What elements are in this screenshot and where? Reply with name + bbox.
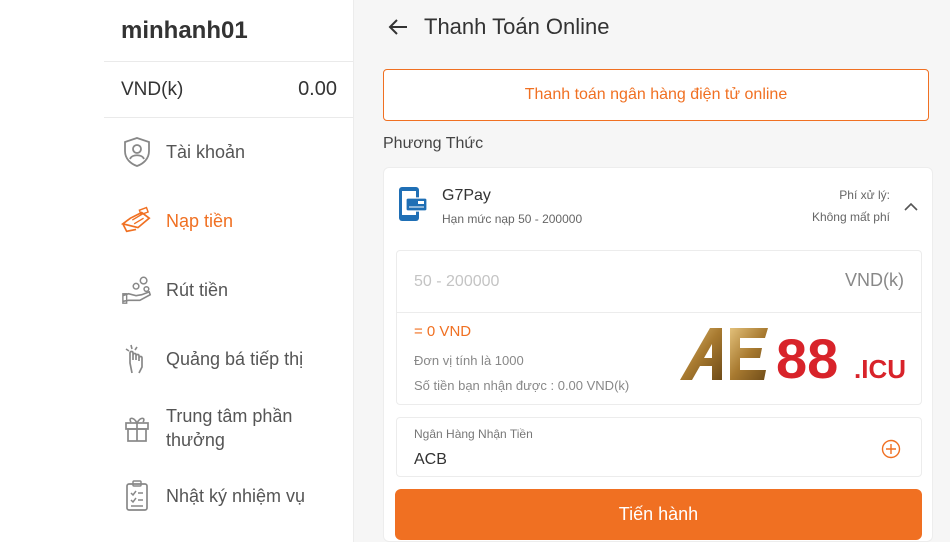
gift-icon: [121, 412, 153, 444]
bank-label: Ngân Hàng Nhận Tiền: [414, 427, 533, 441]
sidebar-item-label: Tài khoản: [166, 142, 246, 162]
sidebar-item-account[interactable]: Tài khoản: [104, 136, 354, 168]
amount-input[interactable]: [397, 251, 921, 313]
bank-value: ACB: [414, 451, 447, 468]
page-title: Thanh Toán Online: [424, 14, 610, 39]
fee-value: Không mất phí: [811, 210, 890, 224]
sidebar-item-mission-log[interactable]: Nhật ký nhiệm vụ: [104, 480, 354, 512]
sidebar-item-deposit[interactable]: Nạp tiền: [104, 205, 354, 237]
sidebar-item-label: Quảng bá tiếp thị: [166, 349, 304, 369]
sidebar: minhanh01 VND(k) 0.00 Tài khoản Nạp tiền…: [104, 0, 354, 542]
svg-text:.ICU: .ICU: [854, 354, 906, 384]
converted-amount: = 0 VND: [414, 323, 472, 340]
svg-text:88: 88: [776, 327, 838, 386]
unit-note: Đơn vị tính là 1000: [414, 353, 524, 368]
online-banking-button[interactable]: Thanh toán ngân hàng điện tử online: [383, 69, 929, 121]
fee-label: Phí xử lý:: [839, 188, 890, 202]
checklist-icon: [121, 480, 153, 512]
sidebar-item-label: Nhật ký nhiệm vụ: [166, 486, 306, 506]
sidebar-item-promotion[interactable]: Quảng bá tiếp thị: [104, 343, 354, 375]
withdraw-hand-icon: [121, 274, 153, 306]
method-limit: Hạn mức nạp 50 - 200000: [442, 212, 583, 226]
balance-row: VND(k) 0.00: [104, 62, 353, 118]
sidebar-item-label: Rút tiền: [166, 280, 229, 300]
promo-hand-icon: [121, 343, 153, 375]
g7pay-wallet-icon: [399, 187, 428, 221]
shield-user-icon: [121, 136, 153, 168]
sidebar-item-label: Nạp tiền: [166, 211, 234, 231]
ae88-logo: 88 .ICU: [680, 327, 906, 386]
amount-unit: VND(k): [845, 270, 904, 290]
deposit-hand-icon: [121, 205, 153, 237]
sidebar-item-label: Trung tâm phần thưởng: [166, 406, 293, 450]
method-section-label: Phương Thức: [383, 135, 484, 152]
back-arrow-icon[interactable]: [387, 17, 409, 37]
receive-note: Số tiền bạn nhận được : 0.00 VND(k): [414, 378, 630, 393]
receiving-bank-select[interactable]: Ngân Hàng Nhận Tiền ACB: [396, 417, 922, 477]
username: minhanh01: [104, 0, 353, 62]
balance-currency: VND(k): [121, 78, 184, 100]
submit-button[interactable]: Tiến hành: [395, 489, 922, 540]
balance-amount: 0.00: [298, 78, 337, 100]
plus-circle-icon[interactable]: [881, 439, 901, 459]
page-margin: [0, 0, 104, 542]
main-content: Thanh Toán Online Thanh toán ngân hàng đ…: [355, 0, 950, 542]
sidebar-item-withdraw[interactable]: Rút tiền: [104, 274, 354, 306]
sidebar-item-rewards[interactable]: Trung tâm phần thưởng: [104, 404, 354, 452]
chevron-up-icon[interactable]: [904, 202, 918, 212]
method-name: G7Pay: [442, 187, 491, 204]
